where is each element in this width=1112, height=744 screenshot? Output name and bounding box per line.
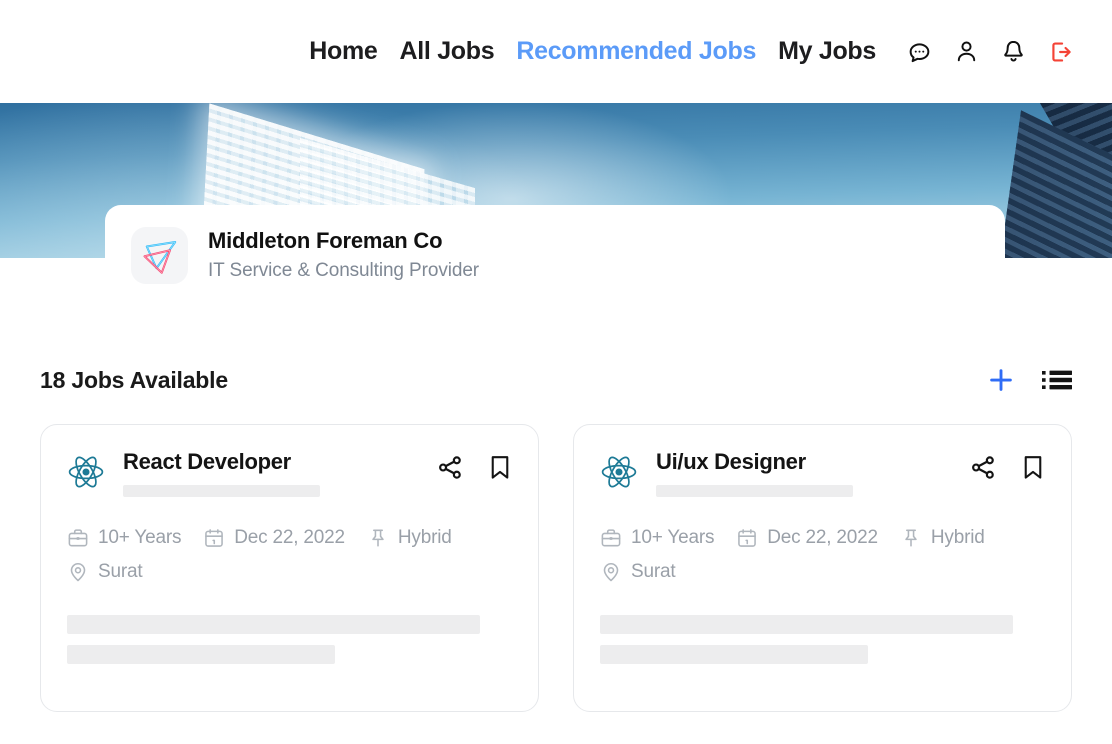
jobs-section: 18 Jobs Available React Developer 10+ Ye…: [0, 354, 1112, 712]
job-title-block: Ui/ux Designer: [656, 449, 952, 498]
job-description-placeholder: [67, 615, 512, 665]
jobs-header: 18 Jobs Available: [40, 354, 1072, 406]
job-meta-worktype: Hybrid: [367, 527, 452, 549]
location-icon: [603, 563, 619, 582]
top-navbar: Home All Jobs Recommended Jobs My Jobs: [0, 0, 1112, 103]
logout-icon[interactable]: [1047, 38, 1074, 65]
briefcase-icon: [601, 529, 621, 547]
company-logo-icon: [131, 227, 188, 284]
job-meta-location: Surat: [67, 561, 512, 583]
job-card-header: Ui/ux Designer: [600, 449, 1045, 498]
location-icon: [70, 563, 86, 582]
job-meta-location: Surat: [600, 561, 1045, 583]
job-meta-list: 10+ Years Dec 22, 2022 Hybrid Surat: [600, 527, 1045, 583]
calendar-icon: [205, 529, 224, 548]
nav-link-home[interactable]: Home: [309, 37, 378, 66]
job-title: Ui/ux Designer: [656, 449, 806, 474]
job-title: React Developer: [123, 449, 291, 474]
job-meta-experience: 10+ Years: [67, 527, 181, 549]
skeleton-line: [600, 645, 868, 665]
list-view-icon[interactable]: [1042, 367, 1072, 393]
job-card[interactable]: Ui/ux Designer 10+ Years Dec 22, 2022 Hy…: [573, 424, 1072, 712]
job-title-block: React Developer: [123, 449, 419, 498]
job-meta-experience: 10+ Years: [600, 527, 714, 549]
job-meta-text: 10+ Years: [98, 527, 182, 549]
job-card-header: React Developer: [67, 449, 512, 498]
job-meta-date: Dec 22, 2022: [203, 527, 345, 549]
job-subtitle-placeholder: [123, 485, 320, 498]
briefcase-icon: [68, 529, 88, 547]
user-icon[interactable]: [953, 38, 980, 65]
job-meta-date: Dec 22, 2022: [736, 527, 878, 549]
job-meta-text: 10+ Years: [631, 527, 715, 549]
notification-bell-icon[interactable]: [1000, 38, 1027, 65]
chat-icon[interactable]: [906, 38, 933, 65]
pin-icon: [372, 529, 384, 547]
skeleton-line: [67, 645, 335, 665]
skeleton-line: [67, 615, 480, 635]
job-description-placeholder: [600, 615, 1045, 665]
job-meta-list: 10+ Years Dec 22, 2022 Hybrid Surat: [67, 527, 512, 583]
bookmark-icon[interactable]: [488, 454, 512, 481]
nav-icon-group: [906, 38, 1074, 65]
nav-link-recommended-jobs[interactable]: Recommended Jobs: [516, 37, 756, 66]
jobs-count-label: 18 Jobs Available: [40, 366, 228, 393]
company-name: Middleton Foreman Co: [208, 228, 443, 254]
job-meta-text: Dec 22, 2022: [767, 527, 878, 549]
job-card-actions: [437, 454, 512, 481]
company-text-block: Middleton Foreman Co IT Service & Consul…: [208, 227, 479, 283]
job-meta-worktype: Hybrid: [900, 527, 985, 549]
job-meta-text: Hybrid: [930, 527, 985, 549]
job-card-actions: [970, 454, 1045, 481]
job-meta-text: Surat: [631, 561, 676, 583]
job-meta-text: Dec 22, 2022: [234, 527, 345, 549]
job-card[interactable]: React Developer 10+ Years Dec 22, 2022 H…: [40, 424, 539, 712]
skeleton-line: [600, 615, 1013, 635]
company-tagline: IT Service & Consulting Provider: [208, 259, 480, 281]
job-cards-grid: React Developer 10+ Years Dec 22, 2022 H…: [40, 424, 1072, 712]
job-meta-text: Hybrid: [397, 527, 452, 549]
react-logo-icon: [600, 453, 638, 491]
share-icon[interactable]: [970, 454, 997, 481]
share-icon[interactable]: [437, 454, 464, 481]
react-logo-icon: [67, 453, 105, 491]
job-subtitle-placeholder: [656, 485, 853, 498]
pin-icon: [905, 529, 917, 547]
nav-link-my-jobs[interactable]: My Jobs: [778, 37, 876, 66]
calendar-icon: [738, 529, 757, 548]
nav-link-all-jobs[interactable]: All Jobs: [400, 37, 495, 66]
job-meta-text: Surat: [98, 561, 143, 583]
jobs-actions: [986, 365, 1072, 395]
nav-links: Home All Jobs Recommended Jobs My Jobs: [309, 37, 876, 66]
company-header-card: Middleton Foreman Co IT Service & Consul…: [105, 205, 1005, 302]
bookmark-icon[interactable]: [1021, 454, 1045, 481]
plus-icon[interactable]: [986, 365, 1016, 395]
